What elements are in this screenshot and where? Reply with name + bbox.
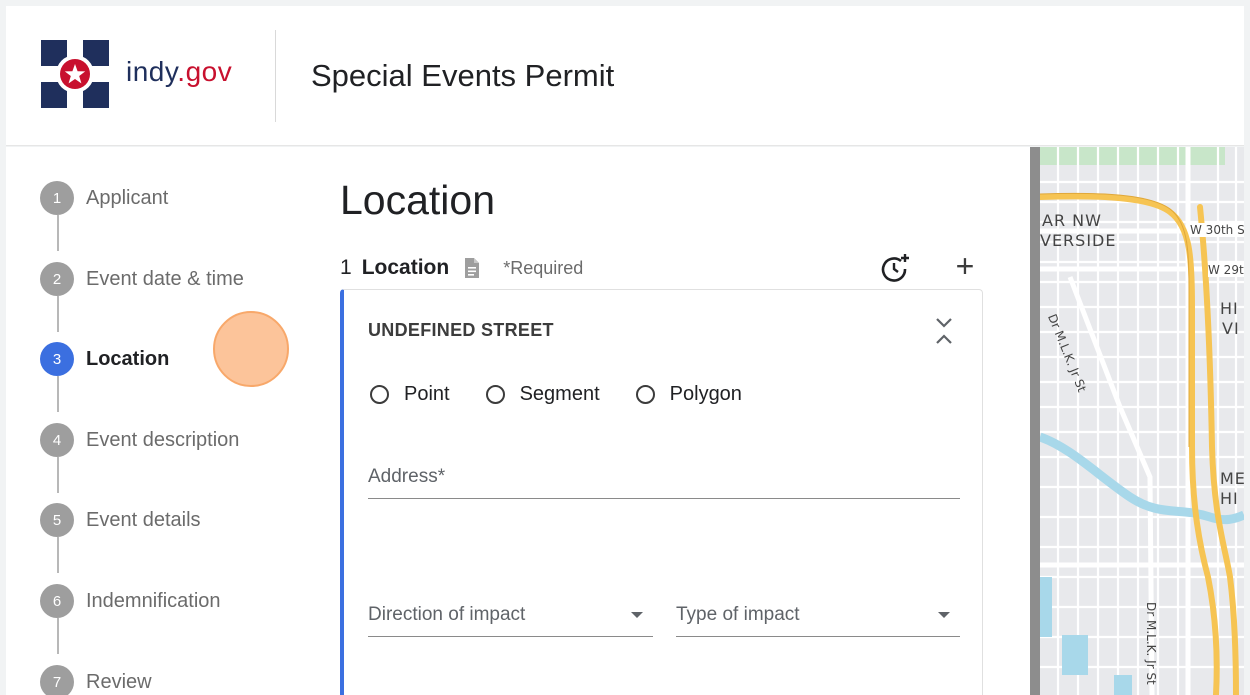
- radio-point[interactable]: Point: [370, 383, 450, 406]
- add-location-icon[interactable]: +: [951, 249, 979, 283]
- step-label: Review: [86, 670, 152, 693]
- step-number: 3: [40, 342, 74, 376]
- step-event-description[interactable]: 4 Event description: [40, 422, 239, 458]
- brand-name[interactable]: indy.gov: [126, 56, 232, 88]
- radio-label: Segment: [519, 383, 600, 405]
- main-panel: 1 Applicant 2 Event date & time 3 Locati…: [6, 147, 1030, 695]
- step-number: 7: [40, 665, 74, 695]
- geometry-radio-group: Point Segment Polygon: [370, 383, 778, 406]
- dropdown-arrow-icon[interactable]: [938, 612, 950, 618]
- step-number: 5: [40, 503, 74, 537]
- map-label: W 30th S: [1190, 223, 1244, 237]
- click-indicator: [213, 311, 289, 387]
- radio-polygon[interactable]: Polygon: [635, 383, 742, 406]
- radio-segment[interactable]: Segment: [485, 383, 600, 406]
- step-label: Indemnification: [86, 589, 221, 612]
- step-label: Event date & time: [86, 267, 244, 290]
- page-header-title: Special Events Permit: [311, 58, 615, 93]
- step-connector: [57, 215, 59, 251]
- map-label: HI: [1220, 299, 1239, 318]
- step-applicant[interactable]: 1 Applicant: [40, 180, 168, 216]
- step-label: Location: [86, 347, 170, 370]
- step-indemnification[interactable]: 6 Indemnification: [40, 583, 221, 619]
- step-number: 1: [40, 181, 74, 215]
- indy-logo-icon[interactable]: [41, 40, 109, 108]
- step-review[interactable]: 7 Review: [40, 664, 152, 695]
- map-label: AR NW: [1042, 211, 1102, 230]
- document-icon[interactable]: [463, 257, 481, 279]
- dropdown-arrow-icon[interactable]: [631, 612, 643, 618]
- step-number: 4: [40, 423, 74, 457]
- radio-label: Polygon: [669, 383, 742, 405]
- step-label: Event details: [86, 508, 201, 531]
- direction-label: Direction of impact: [368, 604, 526, 625]
- address-label: Address*: [368, 466, 446, 487]
- step-location[interactable]: 3 Location: [40, 341, 169, 377]
- map-view[interactable]: AR NW VERSIDE W 30th S W 29t HI VI ME HI…: [1040, 147, 1244, 695]
- header-divider: [275, 30, 276, 122]
- step-connector: [57, 457, 59, 493]
- app-header: indy.gov Special Events Permit: [6, 6, 1244, 146]
- radio-label: Point: [404, 383, 450, 405]
- address-field[interactable]: Address*: [368, 466, 960, 499]
- step-connector: [57, 537, 59, 573]
- type-of-impact-select[interactable]: Type of impact: [676, 604, 960, 637]
- step-event-details[interactable]: 5 Event details: [40, 502, 201, 538]
- page-edge: [1244, 0, 1250, 695]
- brand-main: indy: [126, 56, 178, 87]
- impact-label: Type of impact: [676, 604, 800, 625]
- collapse-icon[interactable]: [934, 316, 954, 346]
- section-header: 1 Location *Required: [340, 254, 583, 282]
- step-event-date-time[interactable]: 2 Event date & time: [40, 261, 244, 297]
- required-note: *Required: [503, 257, 584, 278]
- section-number: 1: [340, 256, 352, 279]
- add-time-icon[interactable]: [879, 252, 911, 284]
- step-label: Event description: [86, 428, 240, 451]
- page-title: Location: [340, 177, 496, 223]
- step-label: Applicant: [86, 186, 169, 209]
- map-label: VERSIDE: [1040, 231, 1117, 250]
- map-label: ME: [1220, 469, 1244, 488]
- step-connector: [57, 618, 59, 654]
- step-number: 6: [40, 584, 74, 618]
- map-label: HI: [1220, 489, 1239, 508]
- step-connector: [57, 296, 59, 332]
- map-label: VI: [1222, 319, 1240, 338]
- map-label: W 29t: [1208, 263, 1244, 277]
- brand-suffix: .gov: [177, 56, 233, 87]
- section-title: Location: [361, 256, 450, 279]
- radio-circle[interactable]: [485, 385, 505, 404]
- direction-of-impact-select[interactable]: Direction of impact: [368, 604, 653, 637]
- radio-circle[interactable]: [370, 385, 389, 404]
- card-title: UNDEFINED STREET: [368, 320, 554, 340]
- step-number: 2: [40, 262, 74, 296]
- radio-circle[interactable]: [635, 385, 655, 404]
- map-street-label: Dr M.L.K. Jr St: [1144, 602, 1158, 685]
- location-card: UNDEFINED STREET Point Segment Polygon A…: [340, 289, 983, 695]
- step-connector: [57, 376, 59, 412]
